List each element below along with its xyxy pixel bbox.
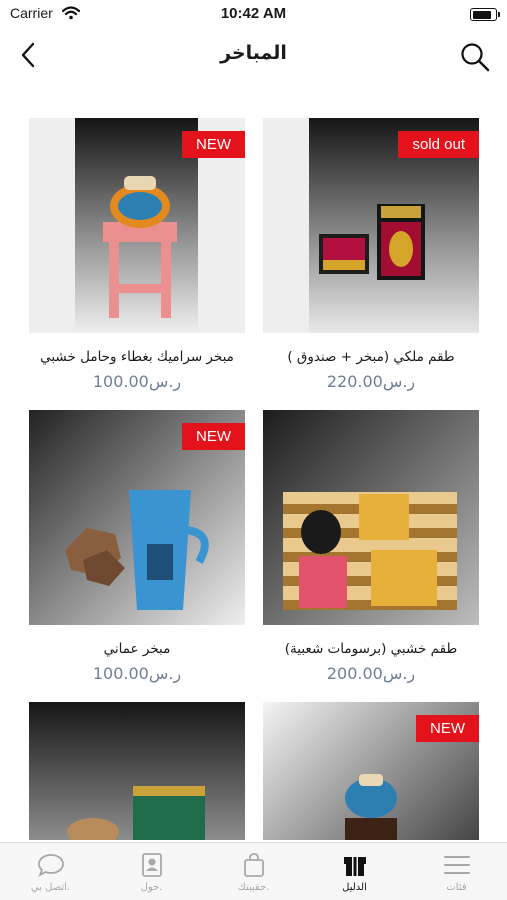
nav-bar: المباخر xyxy=(0,32,507,80)
tab-catalog[interactable]: الدليل xyxy=(304,843,405,900)
menu-icon xyxy=(443,856,470,874)
product-name[interactable]: مبخر عماني xyxy=(29,641,245,657)
tab-contact[interactable]: اتصل بي. xyxy=(0,843,101,900)
product-card[interactable]: NEW مبخر عماني ر.س100.00 xyxy=(29,410,245,683)
battery-fill xyxy=(472,10,492,19)
product-name[interactable]: طقم ملكي (مبخر + صندوق ) xyxy=(263,349,479,365)
product-card[interactable]: sold out طقم ملكي (مبخر + صندوق ) ر.س220… xyxy=(263,118,479,391)
status-time: 10:42 AM xyxy=(220,5,287,22)
product-image[interactable]: sold out xyxy=(263,118,479,333)
page-title: المباخر xyxy=(220,42,287,64)
tab-label: الدليل xyxy=(342,882,367,893)
new-badge: NEW xyxy=(182,423,245,450)
tab-about[interactable]: حول. xyxy=(101,843,202,900)
product-name[interactable]: طقم خشبي (برسومات شعبية) xyxy=(263,641,479,657)
shopping-bag-icon xyxy=(243,853,264,877)
product-card[interactable]: NEW xyxy=(263,702,479,840)
product-image[interactable] xyxy=(29,702,245,840)
battery-icon xyxy=(470,8,500,21)
tab-label: اتصل بي. xyxy=(30,882,71,893)
product-card[interactable]: طقم خشبي (برسومات شعبية) ر.س200.00 xyxy=(263,410,479,683)
product-card[interactable]: NEW مبخر سراميك بغطاء وحامل خشبي ر.س100.… xyxy=(29,118,245,391)
product-grid: sold out طقم ملكي (مبخر + صندوق ) ر.س220… xyxy=(0,118,507,840)
product-price: ر.س100.00 xyxy=(92,664,182,683)
product-price: ر.س220.00 xyxy=(326,372,416,391)
tab-label: فئات xyxy=(446,882,467,893)
contact-card-icon xyxy=(141,853,162,877)
tab-bar: اتصل بي. حول. حقيبتك. الدليل فئات xyxy=(0,842,507,900)
tab-label: حقيبتك. xyxy=(237,882,270,893)
product-price: ر.س200.00 xyxy=(326,664,416,683)
status-bar: Carrier 10:42 AM xyxy=(0,0,507,30)
search-icon[interactable] xyxy=(459,41,491,73)
product-image[interactable] xyxy=(263,410,479,625)
sold-out-badge: sold out xyxy=(398,131,479,158)
tab-categories[interactable]: فئات xyxy=(406,843,507,900)
catalog-box-icon xyxy=(343,857,366,876)
tab-label: حول. xyxy=(140,882,163,893)
product-name[interactable]: مبخر سراميك بغطاء وحامل خشبي xyxy=(29,349,245,365)
new-badge: NEW xyxy=(416,715,479,742)
product-image[interactable]: NEW xyxy=(29,118,245,333)
tab-bag[interactable]: حقيبتك. xyxy=(203,843,304,900)
product-price: ر.س100.00 xyxy=(92,372,182,391)
product-image[interactable]: NEW xyxy=(29,410,245,625)
product-card[interactable] xyxy=(29,702,245,840)
new-badge: NEW xyxy=(182,131,245,158)
product-image[interactable]: NEW xyxy=(263,702,479,840)
chat-bubble-icon xyxy=(37,854,64,877)
